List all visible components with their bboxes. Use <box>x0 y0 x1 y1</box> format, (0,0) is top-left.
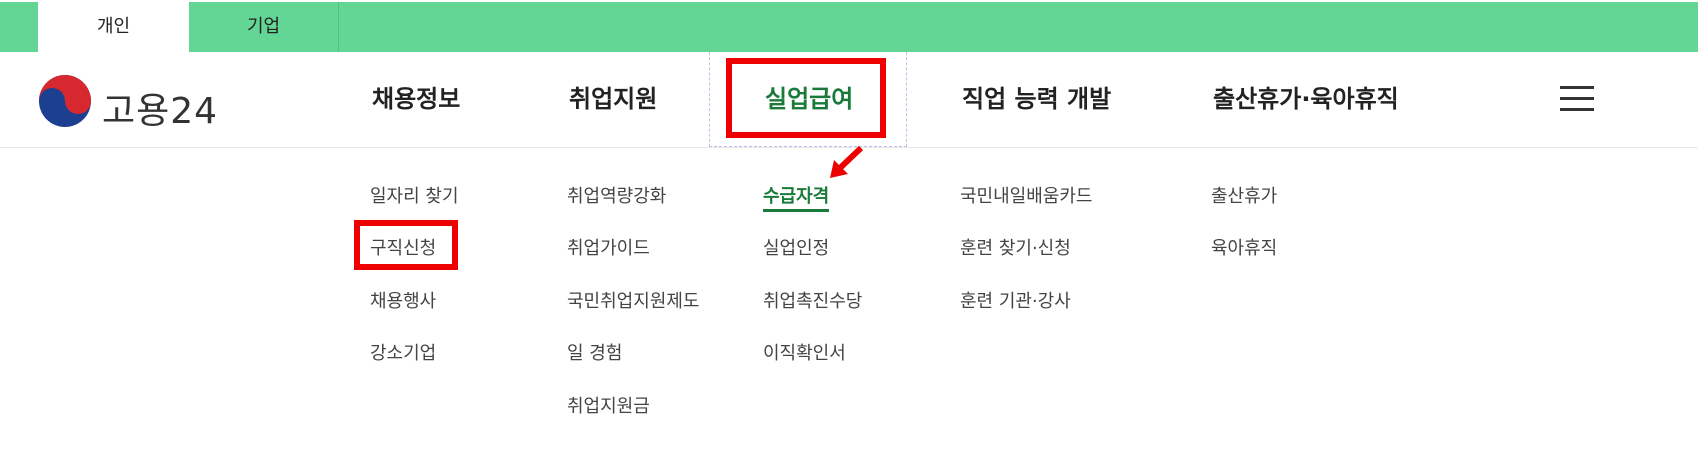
user-type-tab-bar: 개인 기업 <box>0 2 1698 52</box>
submenu-job-seeking-application[interactable]: 구직신청 <box>370 234 436 260</box>
submenu-employment-guide[interactable]: 취업가이드 <box>567 234 650 260</box>
submenu-training-institutes[interactable]: 훈련 기관·강사 <box>960 287 1071 313</box>
submenu-learning-card[interactable]: 국민내일배움카드 <box>960 182 1092 208</box>
gnb-jobs[interactable]: 채용정보 <box>372 52 460 147</box>
submenu-separation-certificate[interactable]: 이직확인서 <box>763 339 846 365</box>
submenu-parental-leave[interactable]: 육아휴직 <box>1211 234 1277 260</box>
taegeuk-logo-icon <box>39 75 91 127</box>
gnb-employment-support[interactable]: 취업지원 <box>569 52 657 147</box>
submenu-employment-subsidy[interactable]: 취업지원금 <box>567 392 650 418</box>
submenu-find-training[interactable]: 훈련 찾기·신청 <box>960 234 1071 260</box>
submenu-small-strong-companies[interactable]: 강소기업 <box>370 339 436 365</box>
tab-business[interactable]: 기업 <box>189 2 339 52</box>
tab-personal[interactable]: 개인 <box>38 2 189 52</box>
submenu-employability-building[interactable]: 취업역량강화 <box>567 182 666 208</box>
hamburger-menu-icon[interactable] <box>1560 86 1594 112</box>
submenu-unemployment-recognition[interactable]: 실업인정 <box>763 234 829 260</box>
active-menu-outline <box>709 52 907 147</box>
submenu-reemployment-allowance[interactable]: 취업촉진수당 <box>763 287 862 313</box>
gnb-maternity-parental-leave[interactable]: 출산휴가·육아휴직 <box>1213 52 1399 147</box>
submenu-recruitment-events[interactable]: 채용행사 <box>370 287 436 313</box>
submenu-eligibility[interactable]: 수급자격 <box>763 182 830 212</box>
submenu-national-employment-support[interactable]: 국민취업지원제도 <box>567 287 699 313</box>
gnb-vocational-training[interactable]: 직업 능력 개발 <box>962 52 1111 147</box>
red-arrow-icon <box>830 145 864 178</box>
submenu-work-experience[interactable]: 일 경험 <box>567 339 622 365</box>
submenu-find-jobs[interactable]: 일자리 찾기 <box>370 182 459 208</box>
logo-text: 고용24 <box>102 91 219 132</box>
submenu-maternity-leave[interactable]: 출산휴가 <box>1211 182 1277 208</box>
